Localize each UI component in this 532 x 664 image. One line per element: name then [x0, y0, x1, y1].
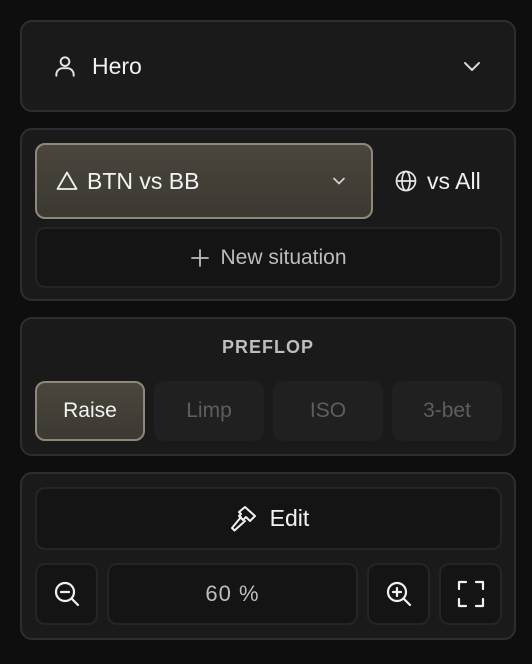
chevron-down-icon: [327, 169, 351, 193]
edit-label: Edit: [269, 505, 310, 531]
zoom-level-value: 60 %: [205, 581, 260, 606]
iso-button[interactable]: ISO: [273, 381, 383, 441]
opponent-filter-button[interactable]: vs All: [394, 143, 504, 219]
new-situation-label: New situation: [220, 245, 347, 269]
preflop-title: PREFLOP: [221, 337, 314, 357]
profile-panel: Hero: [20, 20, 516, 112]
zoom-in-icon: [384, 579, 414, 609]
raise-button[interactable]: Raise: [35, 381, 145, 441]
zoom-out-button[interactable]: [35, 563, 98, 625]
sidebar-panel: Hero BTN vs BB vs All New situation PREF…: [0, 0, 532, 664]
fullscreen-button[interactable]: [439, 563, 502, 625]
situation-panel: BTN vs BB vs All New situation: [20, 128, 516, 301]
editor-panel: Edit 60 %: [20, 472, 516, 640]
profile-name: Hero: [92, 52, 142, 79]
situation-dropdown[interactable]: BTN vs BB: [35, 143, 373, 219]
plus-icon: [190, 248, 210, 268]
chevron-down-icon: [460, 54, 484, 78]
opponent-filter-label: vs All: [427, 167, 481, 194]
preflop-panel: PREFLOP Raise Limp ISO 3-bet: [20, 317, 516, 456]
limp-button[interactable]: Limp: [154, 381, 264, 441]
three-bet-button[interactable]: 3-bet: [392, 381, 502, 441]
profile-selector[interactable]: Hero: [52, 22, 484, 110]
zoom-out-icon: [52, 579, 82, 609]
triangle-icon: [55, 169, 79, 193]
globe-icon: [394, 169, 418, 193]
user-icon: [52, 53, 78, 79]
situation-label: BTN vs BB: [87, 167, 200, 194]
zoom-in-button[interactable]: [367, 563, 430, 625]
new-situation-button[interactable]: New situation: [35, 227, 502, 288]
fullscreen-icon: [456, 579, 486, 609]
zoom-level-display: 60 %: [107, 563, 358, 625]
hammer-icon: [228, 504, 258, 534]
edit-button[interactable]: Edit: [35, 487, 502, 550]
